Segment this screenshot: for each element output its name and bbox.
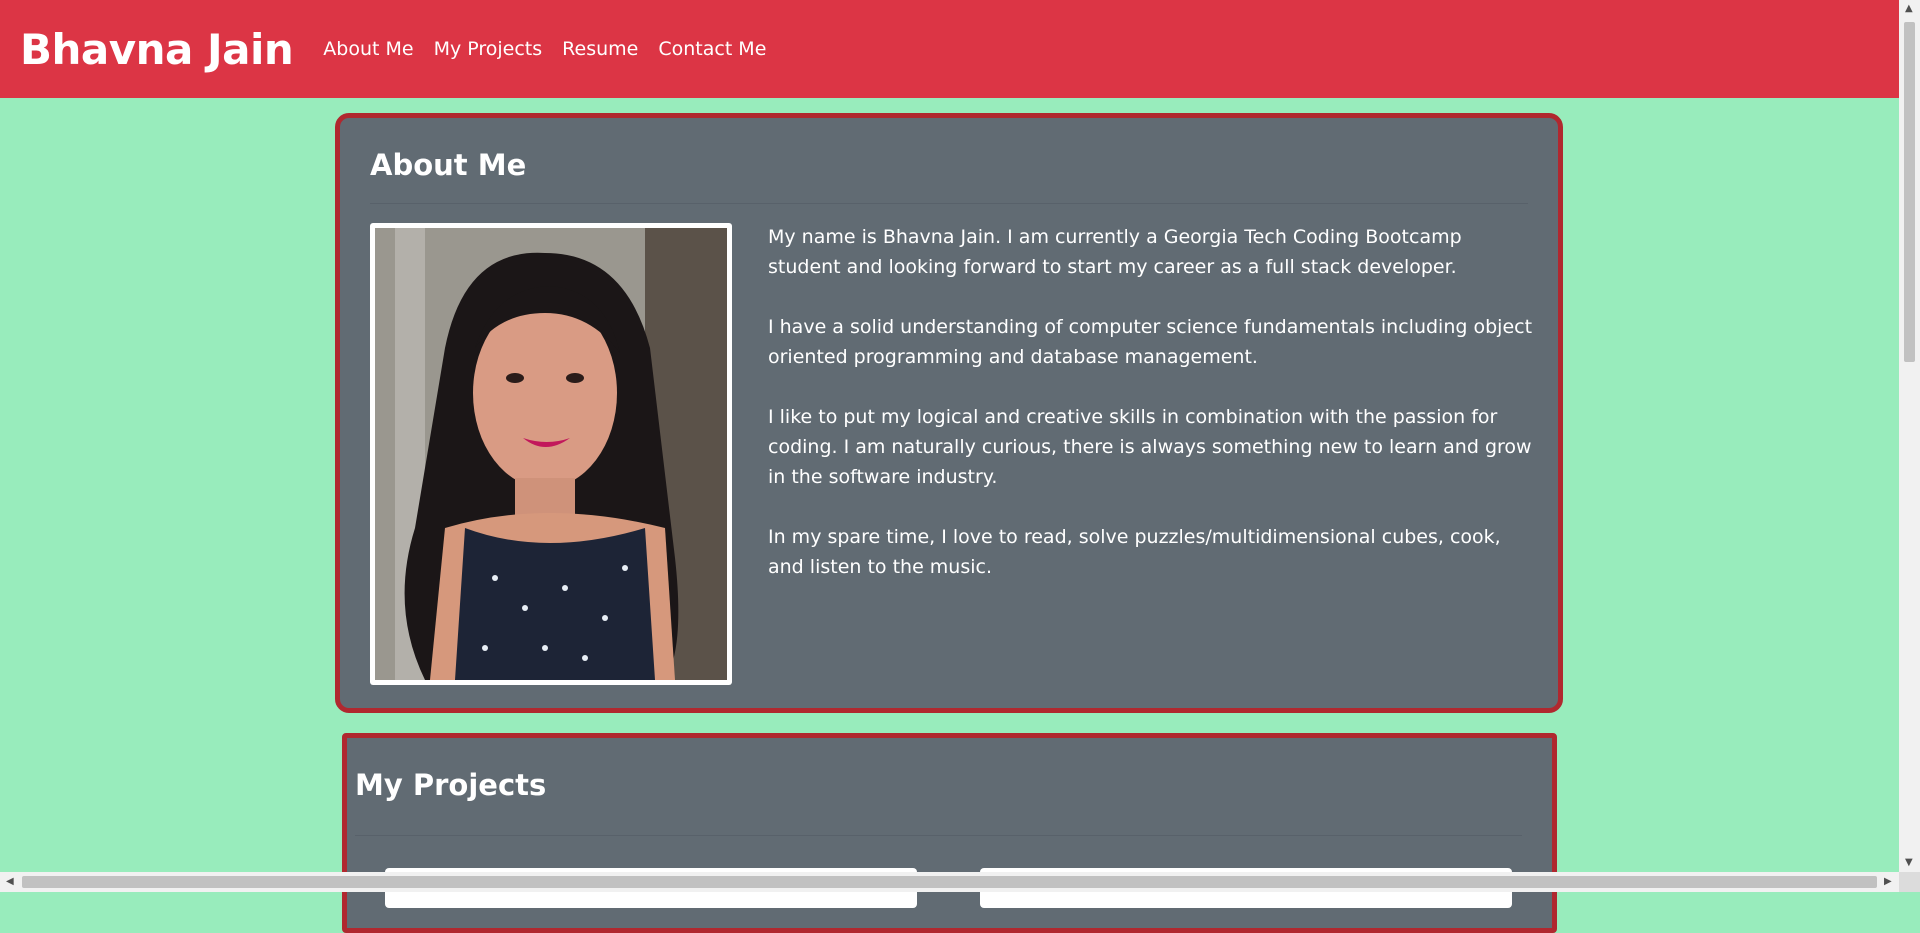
top-navbar: Bhavna Jain About Me My Projects Resume … <box>0 0 1899 98</box>
bio-paragraph: In my spare time, I love to read, solve … <box>768 526 1501 578</box>
about-me-heading: About Me <box>370 148 527 182</box>
nav-my-projects[interactable]: My Projects <box>434 38 543 60</box>
bio-paragraph: I have a solid understanding of computer… <box>768 316 1533 368</box>
nav-about-me[interactable]: About Me <box>323 38 413 60</box>
scroll-right-icon[interactable]: ▶ <box>1884 877 1892 887</box>
vertical-scroll-thumb[interactable] <box>1904 22 1915 362</box>
vertical-scrollbar[interactable]: ▲ ▼ <box>1899 0 1920 872</box>
nav-contact-me[interactable]: Contact Me <box>658 38 766 60</box>
profile-photo <box>375 228 727 680</box>
about-me-section: About Me My name is Bhavna Jain. I am cu… <box>335 113 1563 713</box>
horizontal-scrollbar[interactable]: ◀ ▶ <box>0 872 1899 892</box>
scroll-down-icon[interactable]: ▼ <box>1905 858 1913 868</box>
about-divider <box>370 203 1528 204</box>
scrollbar-corner <box>1899 872 1920 892</box>
brand-name[interactable]: Bhavna Jain <box>20 25 294 74</box>
bio-paragraph: My name is Bhavna Jain. I am currently a… <box>768 226 1462 278</box>
profile-photo-illustration <box>375 228 727 680</box>
my-projects-section: My Projects <box>342 733 1557 933</box>
scroll-up-icon[interactable]: ▲ <box>1905 4 1913 14</box>
nav-resume[interactable]: Resume <box>562 38 638 60</box>
projects-divider <box>355 835 1522 836</box>
horizontal-scroll-thumb[interactable] <box>22 876 1877 888</box>
profile-photo-frame <box>370 223 732 685</box>
scroll-left-icon[interactable]: ◀ <box>6 877 14 887</box>
about-me-bio: My name is Bhavna Jain. I am currently a… <box>768 222 1538 612</box>
my-projects-heading: My Projects <box>355 768 547 802</box>
bio-paragraph: I like to put my logical and creative sk… <box>768 406 1532 488</box>
